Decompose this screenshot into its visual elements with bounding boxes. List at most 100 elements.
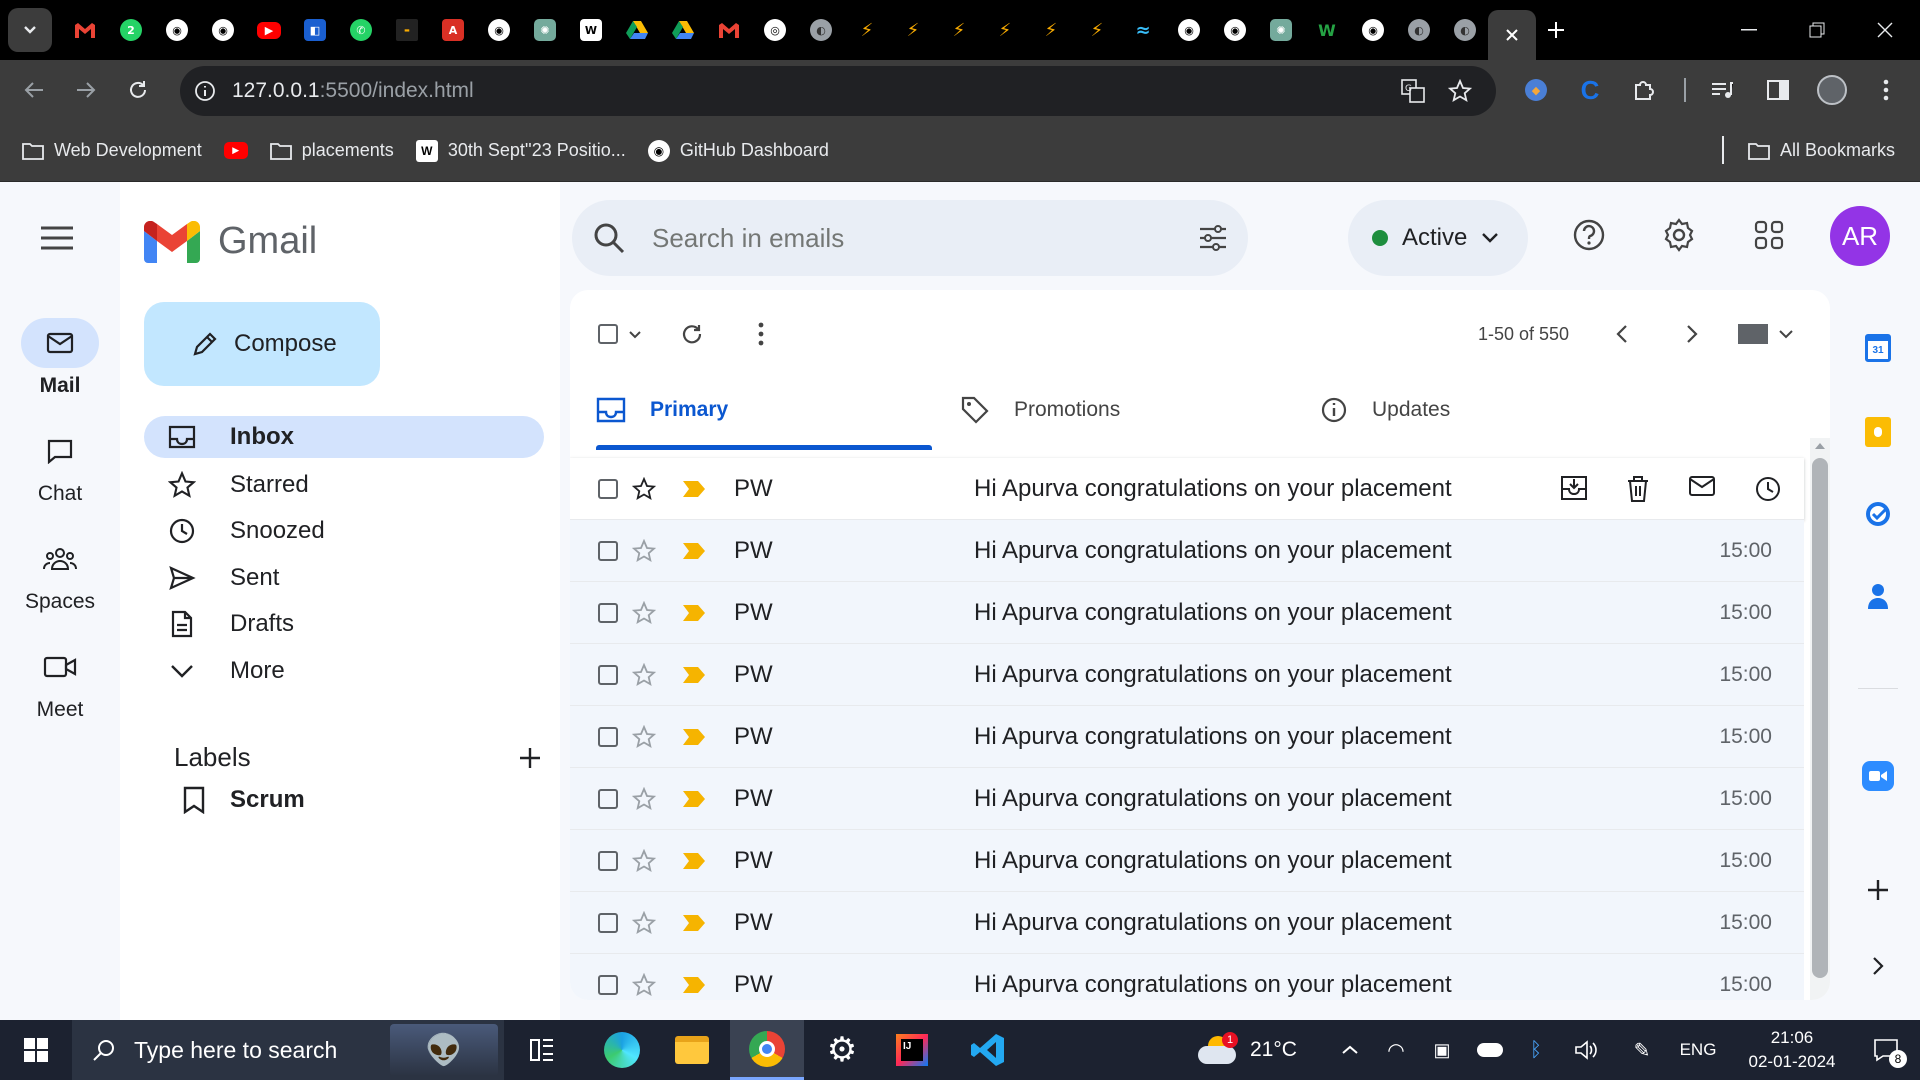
importance-marker-icon[interactable]: [682, 790, 706, 808]
tab-globe[interactable]: ◐: [1396, 15, 1442, 45]
tab-whatsapp[interactable]: 2: [108, 15, 154, 45]
volume-button[interactable]: [1566, 1020, 1606, 1080]
importance-marker-icon[interactable]: [682, 914, 706, 932]
star-icon[interactable]: [632, 848, 656, 873]
list-scrollbar-track[interactable]: [1810, 438, 1830, 1000]
tab-site[interactable]: ⚡: [890, 15, 936, 45]
zoom-app-button[interactable]: [1862, 760, 1894, 792]
tab-primary[interactable]: Primary: [596, 370, 932, 450]
chevron-down-icon[interactable]: [628, 330, 642, 339]
importance-marker-icon[interactable]: [682, 604, 706, 622]
email-checkbox[interactable]: [598, 850, 618, 871]
tab-chatgpt[interactable]: ✺: [522, 15, 568, 45]
email-row[interactable]: PW Hi Apurva congratulations on your plac…: [570, 892, 1804, 954]
tab-wordpress[interactable]: W: [568, 15, 614, 45]
email-row[interactable]: PW Hi Apurva congratulations on your plac…: [570, 768, 1804, 830]
pen-menu-button[interactable]: ✎: [1622, 1020, 1662, 1080]
tab-github[interactable]: ◉: [1350, 15, 1396, 45]
email-checkbox[interactable]: [598, 478, 618, 499]
help-button[interactable]: [1572, 218, 1606, 252]
email-row[interactable]: PW Hi Apurva congratulations on your plac…: [570, 954, 1804, 1000]
show-side-panel-button[interactable]: [1862, 950, 1894, 982]
nav-starred[interactable]: Starred: [144, 464, 544, 506]
bookmark-folder-web-development[interactable]: Web Development: [22, 131, 202, 171]
rail-meet[interactable]: Meet: [0, 642, 120, 722]
start-button[interactable]: [10, 1020, 62, 1080]
tab-app[interactable]: ◧: [292, 15, 338, 45]
chevron-right-icon[interactable]: [1686, 324, 1698, 344]
importance-marker-icon[interactable]: [682, 666, 706, 684]
task-view-button[interactable]: [516, 1020, 568, 1080]
archive-icon[interactable]: [1560, 475, 1588, 501]
file-explorer-taskbar-button[interactable]: [660, 1020, 724, 1080]
importance-marker-icon[interactable]: [682, 480, 706, 498]
tab-pdf[interactable]: A: [430, 15, 476, 45]
account-avatar[interactable]: AR: [1830, 206, 1890, 266]
tab-site[interactable]: ⚡: [936, 15, 982, 45]
bookmark-github-dashboard[interactable]: ◉ GitHub Dashboard: [647, 131, 829, 171]
star-icon[interactable]: [632, 476, 656, 501]
intellij-taskbar-button[interactable]: IJ: [880, 1020, 944, 1080]
email-checkbox[interactable]: [598, 912, 618, 933]
bluetooth-button[interactable]: ᛒ: [1516, 1020, 1556, 1080]
snooze-clock-icon[interactable]: [1754, 475, 1782, 503]
get-addons-button[interactable]: [1862, 874, 1894, 906]
email-checkbox[interactable]: [598, 726, 618, 747]
nav-more[interactable]: More: [144, 650, 544, 692]
tab-tailwind[interactable]: ≈: [1120, 15, 1166, 45]
rail-mail[interactable]: Mail: [0, 318, 120, 398]
profile-button[interactable]: [1810, 60, 1854, 120]
tab-site[interactable]: ⚡: [844, 15, 890, 45]
star-icon[interactable]: [632, 972, 656, 997]
bookmark-youtube[interactable]: ▶: [223, 131, 248, 171]
bookmark-positions[interactable]: W 30th Sept''23 Positio...: [415, 131, 626, 171]
email-row[interactable]: PW Hi Apurva congratulations on your plac…: [570, 458, 1804, 520]
meet-now-button[interactable]: ▣: [1422, 1020, 1462, 1080]
status-selector[interactable]: Active: [1348, 200, 1528, 276]
importance-marker-icon[interactable]: [682, 728, 706, 746]
tab-search-button[interactable]: [8, 8, 52, 52]
network-button[interactable]: ◠: [1376, 1020, 1416, 1080]
nav-drafts[interactable]: Drafts: [144, 603, 544, 645]
notification-center-button[interactable]: 8: [1858, 1020, 1914, 1080]
tab-promotions[interactable]: Promotions: [960, 370, 1290, 450]
settings-button[interactable]: [1662, 218, 1696, 252]
email-checkbox[interactable]: [598, 974, 618, 995]
keep-app-button[interactable]: [1862, 416, 1894, 448]
star-icon[interactable]: [632, 538, 656, 563]
bookmark-folder-placements[interactable]: placements: [269, 131, 394, 171]
tab-globe[interactable]: ◐: [798, 15, 844, 45]
nav-sent[interactable]: Sent: [144, 557, 544, 599]
tab-gmail[interactable]: [706, 15, 752, 45]
main-menu-button[interactable]: [40, 226, 74, 250]
star-icon[interactable]: [632, 786, 656, 811]
vscode-taskbar-button[interactable]: [956, 1020, 1020, 1080]
forward-button[interactable]: [60, 64, 112, 116]
label-scrum[interactable]: Scrum: [182, 786, 305, 814]
tab-drive[interactable]: [660, 15, 706, 45]
email-row[interactable]: PW Hi Apurva congratulations on your plac…: [570, 520, 1804, 582]
tab-site[interactable]: ⚡: [982, 15, 1028, 45]
email-checkbox[interactable]: [598, 788, 618, 809]
new-tab-button[interactable]: [1536, 20, 1576, 40]
tab-chrome[interactable]: ◎: [752, 15, 798, 45]
show-hidden-icons-button[interactable]: [1330, 1020, 1370, 1080]
tab-youtube[interactable]: ▶: [246, 15, 292, 45]
trash-icon[interactable]: [1626, 475, 1650, 503]
tab-gmail[interactable]: [62, 15, 108, 45]
tab-github[interactable]: ◉: [200, 15, 246, 45]
tab-site[interactable]: ⚡: [1074, 15, 1120, 45]
media-controls-button[interactable]: [1700, 60, 1744, 120]
email-checkbox[interactable]: [598, 602, 618, 623]
email-row[interactable]: PW Hi Apurva congratulations on your plac…: [570, 706, 1804, 768]
star-icon[interactable]: [632, 662, 656, 687]
refresh-icon[interactable]: [680, 322, 704, 346]
apps-button[interactable]: [1754, 220, 1784, 250]
more-vert-icon[interactable]: [758, 322, 764, 346]
extension-button[interactable]: ◆: [1514, 60, 1558, 120]
omnibox[interactable]: 127.0.0.1:5500/index.html G: [180, 66, 1496, 116]
star-icon[interactable]: [632, 600, 656, 625]
tasks-app-button[interactable]: [1862, 498, 1894, 530]
extension-button[interactable]: C: [1568, 60, 1612, 120]
importance-marker-icon[interactable]: [682, 852, 706, 870]
